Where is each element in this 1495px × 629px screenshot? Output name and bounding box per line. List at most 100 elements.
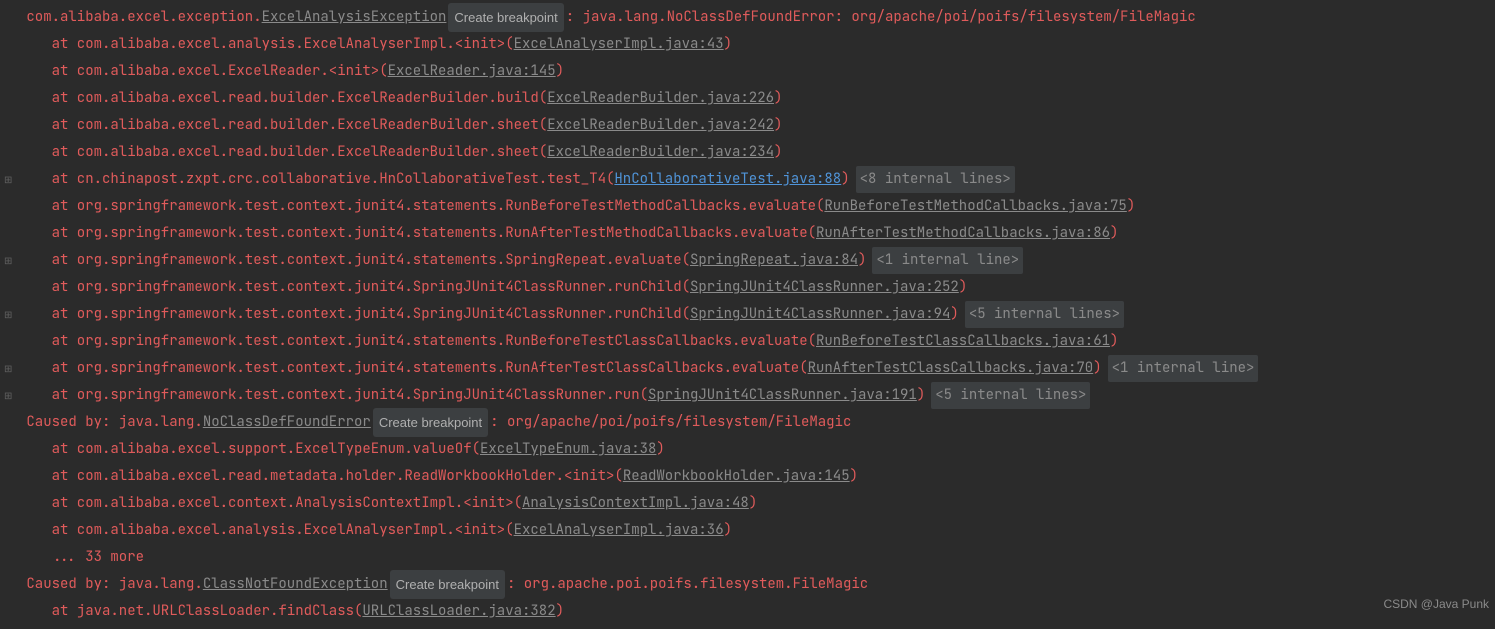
source-link[interactable]: URLClassLoader.java:382	[362, 598, 555, 625]
stack-line: at org.springframework.test.context.juni…	[4, 220, 1491, 247]
hidden-lines-badge[interactable]: <1 internal line>	[872, 247, 1023, 274]
stack-at: at com.alibaba.excel.context.AnalysisCon…	[18, 490, 522, 517]
stack-line: at com.alibaba.excel.read.metadata.holde…	[4, 463, 1491, 490]
stack-suffix: )	[774, 139, 782, 166]
stack-line: at org.springframework.test.context.juni…	[4, 328, 1491, 355]
caused-class-link[interactable]: NoClassDefFoundError	[203, 409, 371, 436]
expand-icon[interactable]: ⊞	[4, 166, 18, 193]
expand-icon[interactable]: ⊞	[4, 247, 18, 274]
console-output: com.alibaba.excel.exception.ExcelAnalysi…	[4, 4, 1491, 625]
stack-line: at com.alibaba.excel.analysis.ExcelAnaly…	[4, 31, 1491, 58]
source-link[interactable]: RunAfterTestMethodCallbacks.java:86	[816, 220, 1110, 247]
source-link[interactable]: RunBeforeTestMethodCallbacks.java:75	[824, 193, 1126, 220]
stack-suffix: )	[656, 436, 664, 463]
exception-prefix: com.alibaba.excel.exception.	[18, 4, 262, 31]
stack-suffix: )	[724, 31, 732, 58]
source-link[interactable]: HnCollaborativeTest.java:88	[614, 166, 841, 193]
stack-line: ⊞ at org.springframework.test.context.ju…	[4, 355, 1491, 382]
caused-by-line: Caused by: java.lang.ClassNotFoundExcept…	[4, 571, 1491, 598]
stack-at: at com.alibaba.excel.analysis.ExcelAnaly…	[18, 31, 514, 58]
source-link[interactable]: SpringJUnit4ClassRunner.java:94	[690, 301, 950, 328]
more-text: ... 33 more	[18, 544, 144, 571]
stack-suffix: )	[917, 382, 925, 409]
stack-line: ⊞ at org.springframework.test.context.ju…	[4, 382, 1491, 409]
source-link[interactable]: ExcelReader.java:145	[388, 58, 556, 85]
stack-suffix: )	[1093, 355, 1101, 382]
stack-at: at org.springframework.test.context.juni…	[18, 247, 690, 274]
stack-line: ⊞ at cn.chinapost.zxpt.crc.collaborative…	[4, 166, 1491, 193]
stack-line: at org.springframework.test.context.juni…	[4, 193, 1491, 220]
hidden-lines-badge[interactable]: <1 internal line>	[1108, 355, 1259, 382]
stack-suffix: )	[1127, 193, 1135, 220]
stack-suffix: )	[959, 274, 967, 301]
caused-msg: : org.apache.poi.poifs.filesystem.FileMa…	[507, 571, 868, 598]
source-link[interactable]: ReadWorkbookHolder.java:145	[623, 463, 850, 490]
hidden-lines-badge[interactable]: <5 internal lines>	[931, 382, 1090, 409]
stack-line: at com.alibaba.excel.ExcelReader.<init>(…	[4, 58, 1491, 85]
stack-suffix: )	[724, 517, 732, 544]
stack-at: at com.alibaba.excel.ExcelReader.<init>(	[18, 58, 388, 85]
stack-at: at org.springframework.test.context.juni…	[18, 220, 816, 247]
exception-line: com.alibaba.excel.exception.ExcelAnalysi…	[4, 4, 1491, 31]
caused-class-link[interactable]: ClassNotFoundException	[203, 571, 388, 598]
caused-msg: : org/apache/poi/poifs/filesystem/FileMa…	[490, 409, 851, 436]
stack-suffix: )	[749, 490, 757, 517]
source-link[interactable]: SpringJUnit4ClassRunner.java:191	[648, 382, 917, 409]
exception-class-link[interactable]: ExcelAnalysisException	[262, 4, 447, 31]
stack-suffix: )	[774, 85, 782, 112]
stack-suffix: )	[774, 112, 782, 139]
stack-line: at com.alibaba.excel.read.builder.ExcelR…	[4, 112, 1491, 139]
stack-at: at org.springframework.test.context.juni…	[18, 301, 690, 328]
stack-suffix: )	[556, 58, 564, 85]
more-line: ... 33 more	[4, 544, 1491, 571]
caused-prefix: Caused by: java.lang.	[18, 571, 203, 598]
stack-line: at com.alibaba.excel.read.builder.ExcelR…	[4, 139, 1491, 166]
source-link[interactable]: ExcelAnalyserImpl.java:43	[514, 31, 724, 58]
expand-icon[interactable]: ⊞	[4, 382, 18, 409]
source-link[interactable]: SpringJUnit4ClassRunner.java:252	[690, 274, 959, 301]
stack-at: at org.springframework.test.context.juni…	[18, 274, 690, 301]
create-breakpoint-button[interactable]: Create breakpoint	[448, 3, 563, 32]
stack-line: at com.alibaba.excel.support.ExcelTypeEn…	[4, 436, 1491, 463]
expand-icon[interactable]: ⊞	[4, 355, 18, 382]
stack-at: at org.springframework.test.context.juni…	[18, 382, 648, 409]
stack-suffix: )	[850, 463, 858, 490]
stack-line: at com.alibaba.excel.analysis.ExcelAnaly…	[4, 517, 1491, 544]
hidden-lines-badge[interactable]: <8 internal lines>	[856, 166, 1015, 193]
stack-at: at com.alibaba.excel.support.ExcelTypeEn…	[18, 436, 480, 463]
hidden-lines-badge[interactable]: <5 internal lines>	[965, 301, 1124, 328]
stack-at: at org.springframework.test.context.juni…	[18, 355, 808, 382]
stack-suffix: )	[1110, 328, 1118, 355]
stack-suffix: )	[556, 598, 564, 625]
source-link[interactable]: SpringRepeat.java:84	[690, 247, 858, 274]
stack-at: at java.net.URLClassLoader.findClass(	[18, 598, 362, 625]
source-link[interactable]: ExcelAnalyserImpl.java:36	[514, 517, 724, 544]
stack-line: at com.alibaba.excel.read.builder.ExcelR…	[4, 85, 1491, 112]
source-link[interactable]: RunBeforeTestClassCallbacks.java:61	[816, 328, 1110, 355]
stack-line: ⊞ at org.springframework.test.context.ju…	[4, 301, 1491, 328]
source-link[interactable]: ExcelReaderBuilder.java:242	[547, 112, 774, 139]
source-link[interactable]: ExcelReaderBuilder.java:226	[547, 85, 774, 112]
stack-at: at org.springframework.test.context.juni…	[18, 193, 824, 220]
source-link[interactable]: RunAfterTestClassCallbacks.java:70	[808, 355, 1094, 382]
create-breakpoint-button[interactable]: Create breakpoint	[373, 408, 488, 437]
stack-suffix: )	[1110, 220, 1118, 247]
expand-icon[interactable]: ⊞	[4, 301, 18, 328]
exception-msg: : java.lang.NoClassDefFoundError: org/ap…	[566, 4, 1196, 31]
stack-line: ⊞ at org.springframework.test.context.ju…	[4, 247, 1491, 274]
source-link[interactable]: ExcelReaderBuilder.java:234	[547, 139, 774, 166]
stack-line: at com.alibaba.excel.context.AnalysisCon…	[4, 490, 1491, 517]
stack-at: at com.alibaba.excel.read.builder.ExcelR…	[18, 85, 547, 112]
stack-at: at com.alibaba.excel.read.metadata.holde…	[18, 463, 623, 490]
stack-at: at com.alibaba.excel.read.builder.ExcelR…	[18, 139, 547, 166]
stack-line: at java.net.URLClassLoader.findClass(URL…	[4, 598, 1491, 625]
stack-suffix: )	[858, 247, 866, 274]
watermark: CSDN @Java Punk	[1383, 591, 1489, 618]
caused-prefix: Caused by: java.lang.	[18, 409, 203, 436]
stack-at: at org.springframework.test.context.juni…	[18, 328, 816, 355]
source-link[interactable]: ExcelTypeEnum.java:38	[480, 436, 656, 463]
stack-at: at com.alibaba.excel.analysis.ExcelAnaly…	[18, 517, 514, 544]
source-link[interactable]: AnalysisContextImpl.java:48	[522, 490, 749, 517]
caused-by-line: Caused by: java.lang.NoClassDefFoundErro…	[4, 409, 1491, 436]
create-breakpoint-button[interactable]: Create breakpoint	[390, 570, 505, 599]
